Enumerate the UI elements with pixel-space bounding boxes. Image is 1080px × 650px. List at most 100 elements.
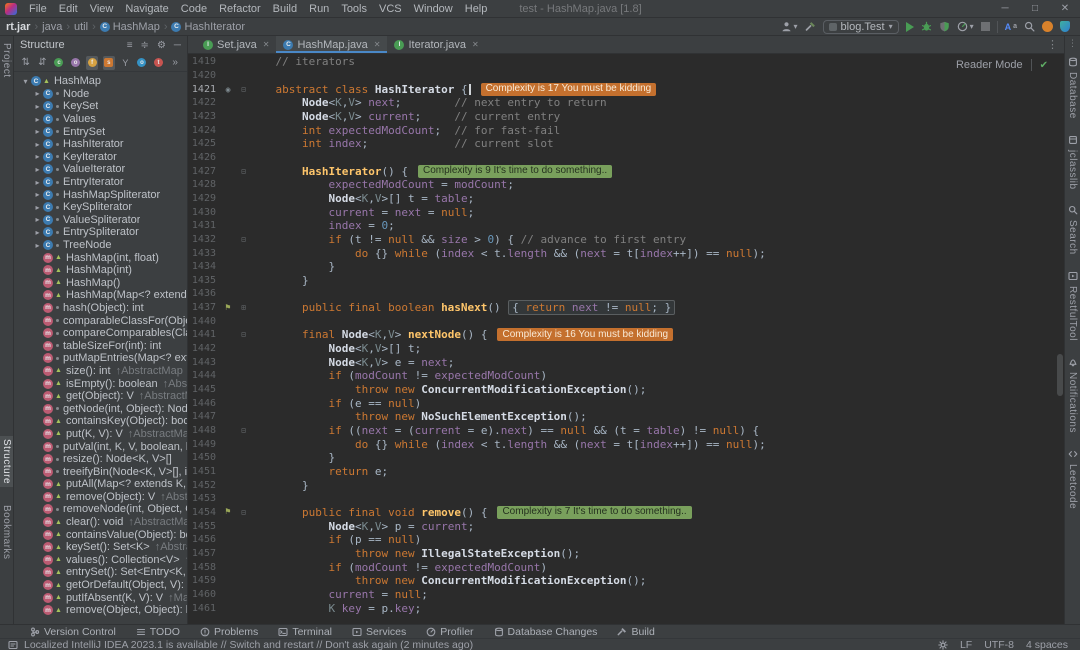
structure-item[interactable]: m▲remove(Object, Object): boolean↑Map (14, 604, 187, 617)
code-line[interactable]: 1456 if (p == null) (188, 533, 1064, 547)
stop-button[interactable] (981, 22, 990, 31)
line-number[interactable]: 1432 (188, 234, 218, 245)
filter-properties-toggle[interactable]: o (70, 56, 82, 70)
tool-window-button-version-control[interactable]: Version Control (30, 626, 116, 638)
override-marker-icon[interactable]: ◉ (226, 85, 231, 94)
code-line[interactable]: 1425 int index; // current slot (188, 137, 1064, 151)
structure-item[interactable]: m▲size(): int↑AbstractMap (14, 365, 187, 378)
gutter[interactable]: ◉ (218, 85, 238, 94)
code-line[interactable]: 1449 do {} while (index < t.length && (n… (188, 437, 1064, 451)
structure-item[interactable]: m▲entrySet(): Set<Entry<K, V>>↑AbstractM… (14, 566, 187, 579)
line-number[interactable]: 1425 (188, 138, 218, 149)
plugin-shield-icon[interactable] (1060, 21, 1070, 32)
breadcrumb-item[interactable]: java (42, 21, 62, 33)
fold-marker-icon[interactable]: ⊟ (238, 330, 249, 339)
chevron-right-icon[interactable]: ▸ (32, 102, 43, 111)
chevron-right-icon[interactable]: ▸ (32, 115, 43, 124)
code-line[interactable]: 1450 } (188, 451, 1064, 465)
minimize-button[interactable]: ─ (990, 0, 1020, 18)
code-line[interactable]: 1461 K key = p.key; (188, 601, 1064, 615)
structure-item[interactable]: ▸CNode (14, 88, 187, 101)
structure-item[interactable]: m▲remove(Object): V↑AbstractMap (14, 491, 187, 504)
status-segment-lf[interactable]: LF (960, 639, 972, 650)
structure-item[interactable]: m▲containsValue(Object): boolean↑Abstrac… (14, 528, 187, 541)
structure-item[interactable]: mremoveNode(int, Object, Object, boolean… (14, 503, 187, 516)
line-number[interactable]: 1458 (188, 562, 218, 573)
maximize-button[interactable]: □ (1020, 0, 1050, 18)
line-number[interactable]: 1422 (188, 97, 218, 108)
code-line[interactable]: 1458 if (modCount != expectedModCount) (188, 560, 1064, 574)
structure-item[interactable]: m▲HashMap(int) (14, 264, 187, 277)
tool-window-button-notifications[interactable]: Notifications (1066, 357, 1079, 436)
line-number[interactable]: 1421 (188, 84, 218, 95)
line-number[interactable]: 1427 (188, 166, 218, 177)
filter-funnel-icon[interactable]: Y (120, 56, 132, 70)
code-line[interactable]: 1423 Node<K,V> current; // current entry (188, 110, 1064, 124)
complexity-badge[interactable]: Complexity is 17 You must be kidding (481, 83, 657, 96)
code-line[interactable]: 1426 (188, 151, 1064, 165)
gear-icon[interactable] (938, 640, 948, 650)
code-line[interactable]: 1440 (188, 314, 1064, 328)
structure-item[interactable]: mputVal(int, K, V, boolean, boolean): V (14, 440, 187, 453)
structure-item[interactable]: m▲putIfAbsent(K, V): V↑Map (14, 591, 187, 604)
tool-window-button-structure[interactable]: Structure (0, 436, 13, 487)
debug-button[interactable] (921, 21, 932, 32)
profiler-button[interactable]: ▾ (957, 21, 974, 32)
menu-code[interactable]: Code (175, 0, 213, 18)
structure-item[interactable]: ▸CKeySpliterator (14, 201, 187, 214)
menu-vcs[interactable]: VCS (373, 0, 408, 18)
menu-navigate[interactable]: Navigate (119, 0, 174, 18)
structure-item[interactable]: m▲HashMap(int, float) (14, 251, 187, 264)
line-number[interactable]: 1430 (188, 207, 218, 218)
event-log-icon[interactable] (8, 640, 18, 650)
structure-item[interactable]: m▲HashMap(Map<? extends K, ? extends V>) (14, 289, 187, 302)
reader-mode-widget[interactable]: Reader Mode ✔ (956, 59, 1048, 71)
code-line[interactable]: 1455 Node<K,V> p = current; (188, 519, 1064, 533)
expand-all-icon[interactable]: ≡ (127, 40, 133, 51)
code-line[interactable]: 1453 (188, 492, 1064, 506)
fold-marker-icon[interactable]: ⊟ (238, 85, 249, 94)
code-line[interactable]: 1419 // iterators (188, 55, 1064, 69)
status-message[interactable]: Localized IntelliJ IDEA 2023.1 is availa… (24, 639, 473, 650)
chevron-right-icon[interactable]: ▸ (32, 140, 43, 149)
structure-item[interactable]: m▲HashMap() (14, 277, 187, 290)
bookmark-flag-icon[interactable]: ⚑ (225, 507, 230, 517)
structure-item[interactable]: ▸CEntrySet (14, 125, 187, 138)
close-icon[interactable]: ✕ (263, 40, 270, 49)
tool-window-button-project[interactable]: Project (0, 40, 13, 81)
line-number[interactable]: 1447 (188, 411, 218, 422)
line-number[interactable]: 1459 (188, 575, 218, 586)
code-line[interactable]: 1428 expectedModCount = modCount; (188, 178, 1064, 192)
complexity-badge[interactable]: Complexity is 9 It's time to do somethin… (418, 165, 612, 178)
structure-item[interactable]: m▲getOrDefault(Object, V): V↑Map (14, 579, 187, 592)
editor-scrollbar[interactable] (1057, 354, 1063, 396)
tool-window-button-jclasslib[interactable]: jclasslib (1066, 135, 1079, 193)
line-number[interactable]: 1428 (188, 179, 218, 190)
status-segment-4-spaces[interactable]: 4 spaces (1026, 639, 1068, 650)
structure-item[interactable]: m▲isEmpty(): boolean↑AbstractMap (14, 377, 187, 390)
run-button[interactable] (906, 22, 914, 32)
line-number[interactable]: 1441 (188, 329, 218, 340)
line-number[interactable]: 1454 (188, 507, 218, 518)
tool-window-button-restfultool[interactable]: RestfulTool (1066, 271, 1079, 344)
code-line[interactable]: 1454⚑⊟ public final void remove() {Compl… (188, 506, 1064, 520)
complexity-badge[interactable]: Complexity is 7 It's time to do somethin… (497, 506, 691, 519)
structure-item[interactable]: m▲putAll(Map<? extends K, ? extends V>):… (14, 478, 187, 491)
structure-item[interactable]: ▸CValueSpliterator (14, 214, 187, 227)
bookmark-flag-icon[interactable]: ⚑ (225, 303, 230, 313)
tool-window-button-leetcode[interactable]: Leetcode (1066, 449, 1079, 512)
structure-item[interactable]: mresize(): Node<K, V>[] (14, 453, 187, 466)
code-line[interactable]: 1443 Node<K,V> e = next; (188, 355, 1064, 369)
structure-item[interactable]: mcomparableClassFor(Object): Class<?> (14, 314, 187, 327)
chevron-right-icon[interactable]: ▸ (32, 89, 43, 98)
filter-static-toggle[interactable]: s (103, 56, 115, 70)
close-button[interactable]: ✕ (1050, 0, 1080, 18)
structure-item[interactable]: m▲put(K, V): V↑AbstractMap (14, 428, 187, 441)
line-number[interactable]: 1460 (188, 589, 218, 600)
breadcrumb-item[interactable]: util (74, 21, 88, 33)
fold-marker-icon[interactable]: ⊟ (238, 508, 249, 517)
sort-alpha-icon[interactable]: ⇅ (20, 56, 32, 70)
translate-button[interactable]: Aa (1005, 22, 1017, 32)
line-number[interactable]: 1436 (188, 288, 218, 299)
filter-blue-toggle[interactable]: o (136, 56, 148, 70)
